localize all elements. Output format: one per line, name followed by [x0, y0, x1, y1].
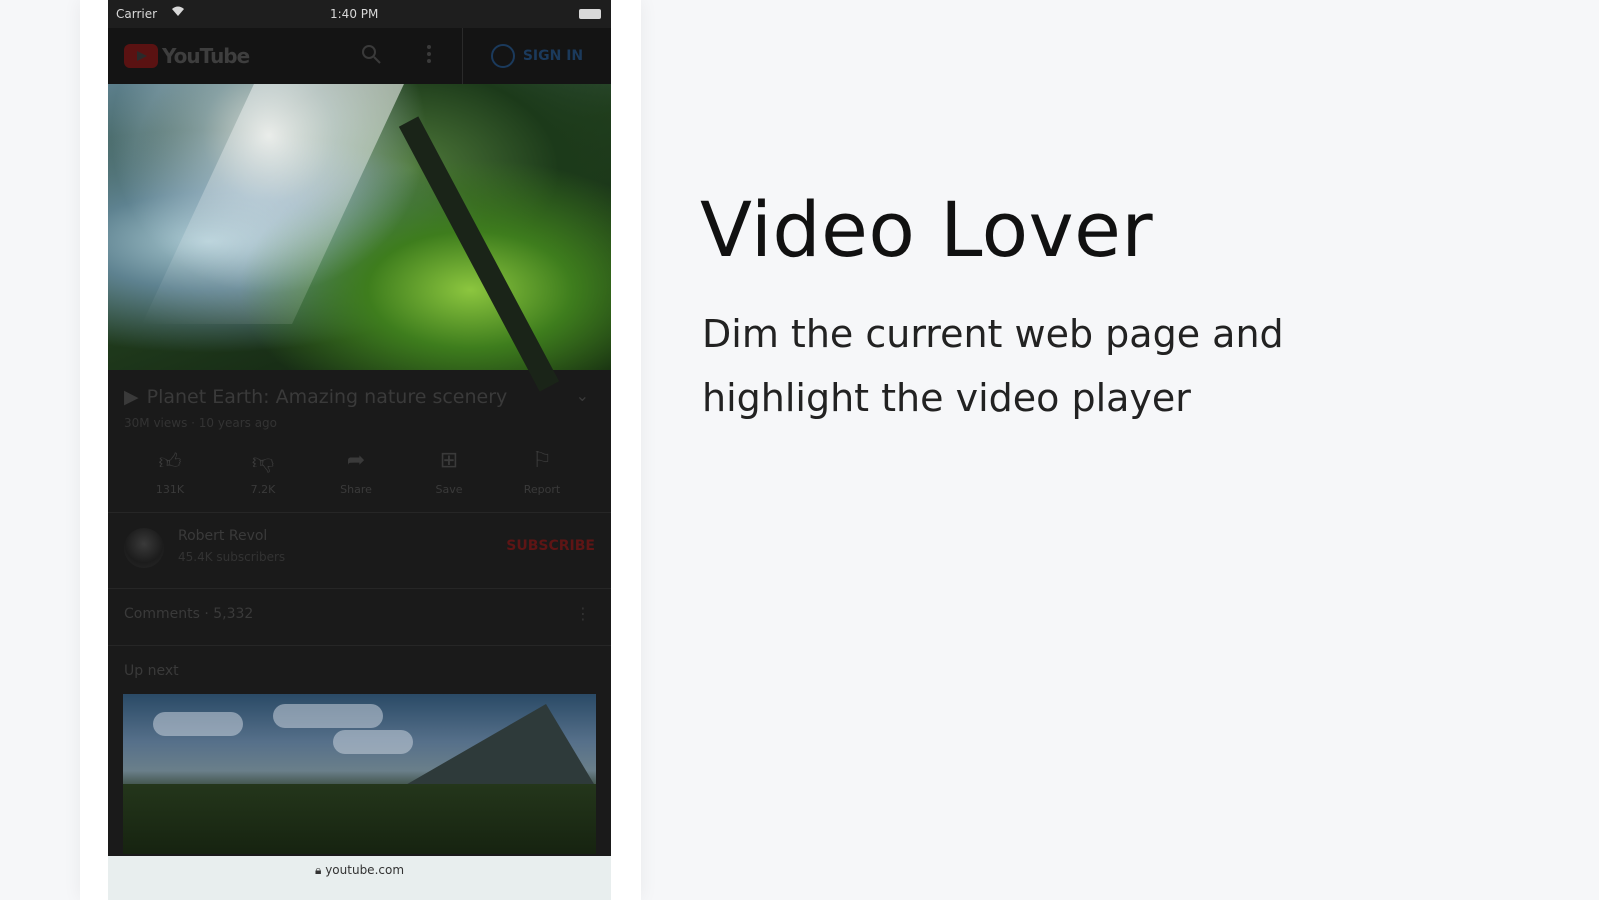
- save-icon: ⊞: [439, 448, 459, 473]
- chevron-down-icon[interactable]: ⌄: [576, 386, 589, 405]
- sign-in-label: SIGN IN: [522, 48, 584, 64]
- like-count: 131K: [155, 483, 185, 496]
- youtube-play-icon: [124, 44, 158, 68]
- battery-icon: [579, 9, 601, 19]
- channel-row: Robert Revol 45.4K subscribers SUBSCRIBE: [108, 528, 611, 584]
- up-next-label: Up next: [124, 663, 179, 679]
- dislike-button[interactable]: 👎︎ 7.2K: [223, 448, 303, 497]
- carrier-label: Carrier: [116, 7, 158, 21]
- share-icon: ➦: [346, 448, 366, 473]
- divider: [108, 512, 611, 513]
- video-meta: 30M views · 10 years ago: [124, 416, 277, 430]
- promo-description: Dim the current web page and highlight t…: [702, 312, 1284, 420]
- channel-avatar[interactable]: [124, 528, 164, 568]
- share-button[interactable]: ➦ Share: [316, 448, 396, 497]
- browser-url-bar[interactable]: 🔒︎ youtube.com: [108, 856, 611, 900]
- expand-comments-icon[interactable]: ⋮: [575, 604, 591, 623]
- save-label: Save: [435, 483, 463, 496]
- report-button[interactable]: ⚐ Report: [502, 448, 582, 497]
- video-frame-light: [142, 84, 404, 324]
- divider: [108, 645, 611, 646]
- comments-header[interactable]: Comments · 5,332: [124, 606, 253, 622]
- channel-subscribers: 45.4K subscribers: [178, 550, 286, 564]
- youtube-logo[interactable]: YouTube: [124, 44, 250, 68]
- more-vertical-icon[interactable]: [426, 43, 432, 71]
- clock-time: 1:40 PM: [330, 7, 379, 21]
- video-player[interactable]: [108, 84, 611, 392]
- status-bar: Carrier 1:40 PM: [108, 0, 611, 28]
- video-frame-trunk: [398, 116, 560, 392]
- lock-icon: 🔒︎: [314, 863, 322, 877]
- report-label: Report: [523, 483, 561, 496]
- browser-url: youtube.com: [325, 863, 405, 877]
- share-label: Share: [340, 483, 372, 496]
- thumbnail-cloud: [153, 712, 243, 736]
- search-icon[interactable]: [360, 43, 382, 71]
- like-button[interactable]: 👍︎ 131K: [130, 448, 210, 497]
- video-actions: 👍︎ 131K 👎︎ 7.2K ➦ Share ⊞ Save ⚐ Report: [108, 448, 611, 498]
- save-button[interactable]: ⊞ Save: [409, 448, 489, 497]
- promo-title: Video Lover: [700, 185, 1154, 274]
- video-title[interactable]: ▶ Planet Earth: Amazing nature scenery: [124, 386, 507, 408]
- youtube-header: YouTube SIGN IN: [108, 28, 611, 84]
- divider: [108, 588, 611, 589]
- sign-in-button[interactable]: SIGN IN: [462, 28, 611, 84]
- play-triangle-icon: ▶: [124, 386, 139, 408]
- channel-name[interactable]: Robert Revol: [178, 528, 267, 544]
- dislike-count: 7.2K: [250, 483, 276, 496]
- wifi-icon: [171, 5, 185, 20]
- account-icon: [490, 44, 515, 68]
- phone-screen: Carrier 1:40 PM YouTube SIGN IN ▶ Planet…: [108, 0, 611, 900]
- youtube-logo-text: YouTube: [162, 44, 250, 68]
- flag-icon: ⚐: [532, 448, 552, 473]
- up-next-thumbnail[interactable]: [123, 694, 596, 854]
- subscribe-button[interactable]: SUBSCRIBE: [506, 538, 595, 554]
- video-title-text: Planet Earth: Amazing nature scenery: [146, 386, 508, 408]
- thumbnail-forest: [123, 784, 596, 854]
- thumbs-up-icon: 👍︎: [158, 450, 182, 475]
- phone-frame: Carrier 1:40 PM YouTube SIGN IN ▶ Planet…: [80, 0, 641, 900]
- thumbs-down-icon: 👎︎: [251, 450, 275, 475]
